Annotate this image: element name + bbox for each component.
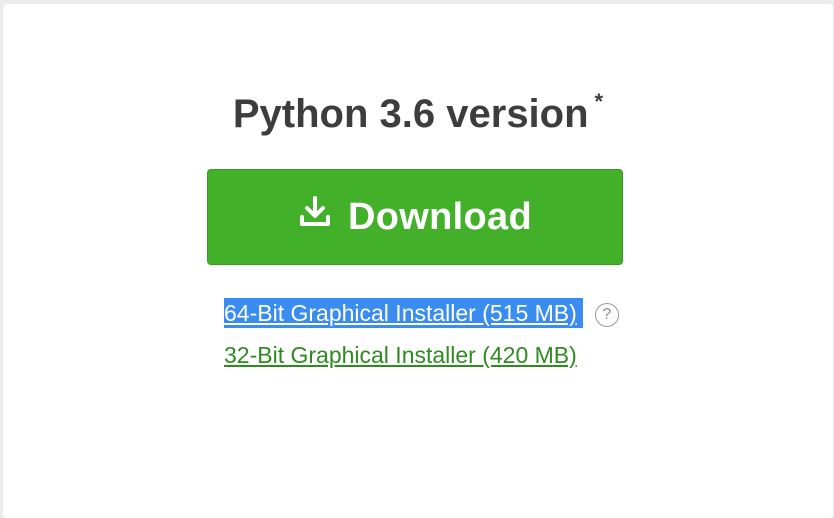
download-button[interactable]: Download — [207, 169, 623, 265]
download-icon — [298, 195, 332, 229]
installer-row-64: 64-Bit Graphical Installer (515 MB) ? — [224, 298, 619, 328]
section-title: Python 3.6 version * — [3, 88, 833, 146]
installer-link-64bit[interactable]: 64-Bit Graphical Installer (515 MB) — [224, 298, 583, 328]
download-button-label: Download — [348, 195, 532, 238]
title-footnote-marker: * — [594, 89, 604, 114]
installer-links: 64-Bit Graphical Installer (515 MB) ? 32… — [224, 298, 619, 370]
installer-link-32bit[interactable]: 32-Bit Graphical Installer (420 MB) — [224, 340, 577, 370]
download-card: Python 3.6 version * Download 64-Bit Grap… — [3, 4, 833, 518]
help-circle-icon[interactable]: ? — [594, 303, 619, 327]
section-title-text: Python 3.6 version — [232, 92, 589, 136]
installer-row-32: 32-Bit Graphical Installer (420 MB) — [224, 340, 619, 370]
